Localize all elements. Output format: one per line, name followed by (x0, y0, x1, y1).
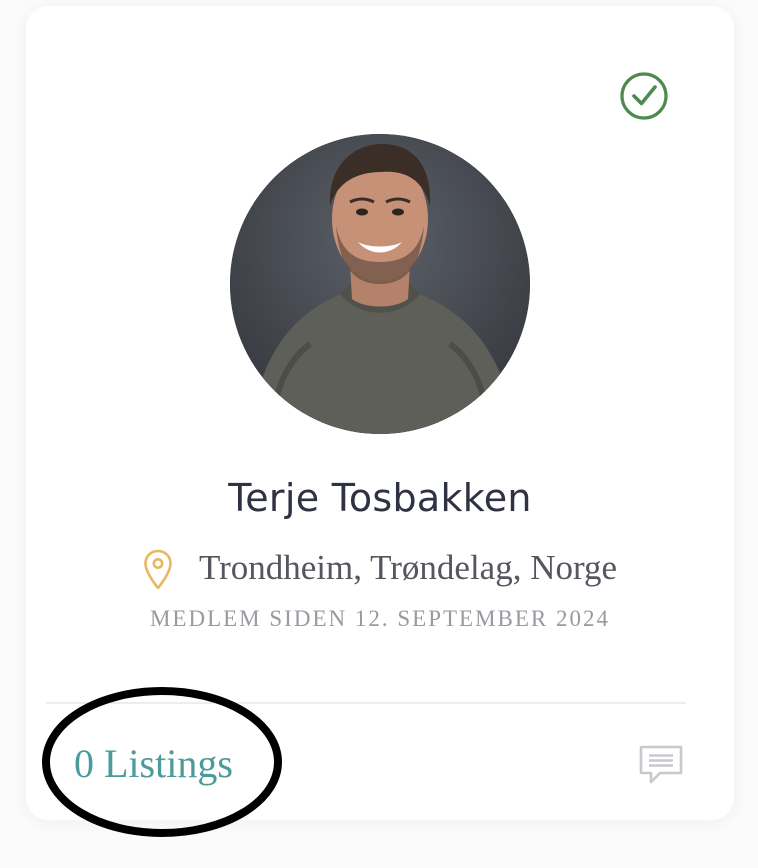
profile-card: Terje Tosbakken Trondheim, Trøndelag, No… (26, 6, 734, 820)
avatar-photo (230, 134, 530, 434)
avatar[interactable] (230, 134, 530, 434)
profile-name[interactable]: Terje Tosbakken (26, 476, 734, 520)
divider (46, 702, 686, 704)
verified-check-icon (620, 72, 668, 120)
location-label: Trondheim, Trøndelag, Norge (198, 548, 618, 587)
listings-link[interactable]: 0 Listings (74, 740, 233, 787)
profile-location: Trondheim, Trøndelag, Norge (26, 544, 734, 592)
map-pin-icon (144, 549, 172, 590)
message-icon[interactable] (638, 744, 684, 786)
member-since-label: MEDLEM SIDEN 12. SEPTEMBER 2024 (149, 606, 611, 631)
